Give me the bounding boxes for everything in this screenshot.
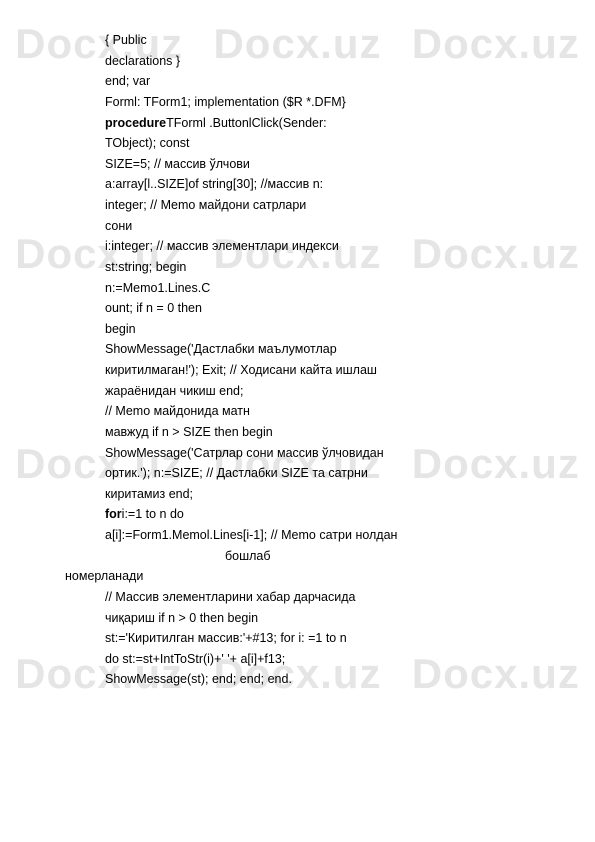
code-fragment: do (105, 652, 119, 666)
code-line: жараёнидан чикиш end; (105, 381, 535, 402)
code-line: Forml: TForm1; implementation ($R *.DFM} (105, 92, 535, 113)
code-line: чиқариш if n > 0 then begin (105, 608, 535, 629)
code-fragment: st:=st+IntToStr(i)+' (122, 652, 223, 666)
code-line: киритамиз end; (105, 484, 535, 505)
code-line: { Public (105, 30, 535, 51)
code-line: begin (105, 319, 535, 340)
code-fragment: a[i]+f13; (240, 652, 285, 666)
code-line: // Memo майдонида матн (105, 401, 535, 422)
code-line: ортик.'); n:=SIZE; // Дастлабки SIZE та … (105, 463, 535, 484)
code-line: киритилмаган!'); Exit; // Ходисани кайта… (105, 360, 535, 381)
code-line: // Массив элементларини хабар дарчасида (105, 587, 535, 608)
code-line: declarations } (105, 51, 535, 72)
code-fragment: '+ (227, 652, 237, 666)
code-line: TObject); const (105, 133, 535, 154)
document-body: { Public declarations } end; var Forml: … (105, 30, 535, 690)
code-line: ount; if n = 0 then (105, 298, 535, 319)
code-fragment: сатри (319, 528, 352, 542)
code-line: st:string; begin (105, 257, 535, 278)
code-fragment: // (271, 528, 278, 542)
code-line: SIZE=5; // массив ўлчови (105, 154, 535, 175)
code-fragment: Memo (281, 528, 316, 542)
code-line: мавжуд if n > SIZE then begin (105, 422, 535, 443)
code-line: fori:=1 to n do (105, 504, 535, 525)
code-line: do st:=st+IntToStr(i)+' '+ a[i]+f13; (105, 649, 535, 670)
code-line: ShowMessage('Дастлабки маълумотлар (105, 339, 535, 360)
code-line: ShowMessage(st); end; end; end. (105, 669, 535, 690)
code-line: бошлаб (105, 546, 535, 567)
code-fragment: a[i]:=Form1.Memol.Lines[i-1]; (105, 528, 267, 542)
code-line: сони (105, 216, 535, 237)
code-line: end; var (105, 71, 535, 92)
code-line: номерланади (65, 566, 535, 587)
code-fragment: нолдан (355, 528, 397, 542)
code-line: integer; // Memo майдони сатрлари (105, 195, 535, 216)
code-line: procedureTForml .ButtonlClick(Sender: (105, 113, 535, 134)
code-line: n:=Memo1.Lines.C (105, 278, 535, 299)
code-line: a[i]:=Form1.Memol.Lines[i-1]; // Memo са… (105, 525, 535, 546)
code-line: i:integer; // массив элементлари индекси (105, 236, 535, 257)
code-line: st:='Киритилган массив:'+#13; for i: =1 … (105, 628, 535, 649)
code-line: ShowMessage('Сатрлар сони массив ўлчовид… (105, 443, 535, 464)
code-line: a:array[l..SIZE]of string[30]; //массив … (105, 174, 535, 195)
